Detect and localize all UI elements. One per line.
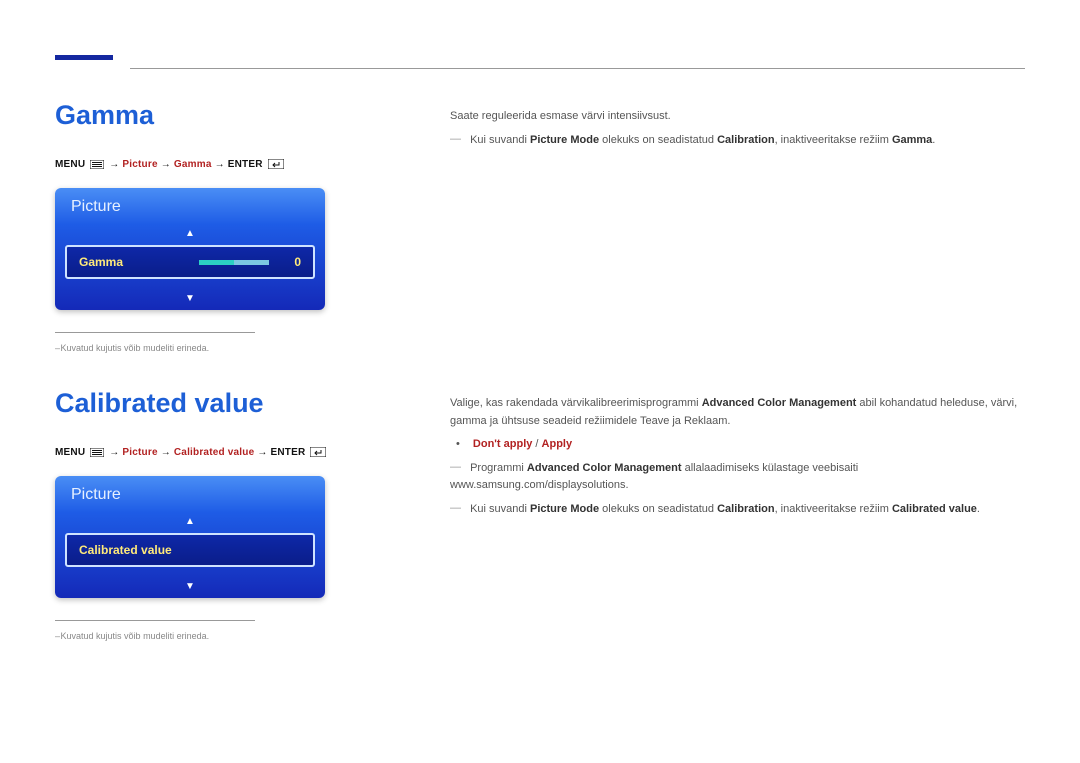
nav-path-gamma: MENU → Picture → Gamma → ENTER (55, 159, 395, 170)
osd-row-label: Calibrated value (79, 543, 301, 557)
section-gamma-left: Gamma MENU → Picture → Gamma → ENTER Pic… (55, 100, 395, 353)
footnote-text: Kuvatud kujutis võib mudeliti erineda. (55, 343, 395, 353)
chevron-down-icon[interactable] (55, 285, 325, 310)
osd-title: Picture (55, 188, 325, 220)
osd-panel-gamma: Picture Gamma 0 (55, 188, 325, 310)
section-title-calibrated: Calibrated value (55, 388, 395, 419)
body-note: Programmi Advanced Color Management alla… (450, 460, 1025, 495)
body-note: Kui suvandi Picture Mode olekuks on sead… (450, 132, 1025, 150)
enter-icon (268, 159, 284, 169)
osd-title: Picture (55, 476, 325, 508)
nav-arrow: → (109, 447, 119, 458)
nav-path-calibrated: MENU → Picture → Calibrated value → ENTE… (55, 447, 395, 458)
chevron-down-icon[interactable] (55, 573, 325, 598)
osd-slider-bar[interactable] (199, 260, 269, 265)
osd-row-label: Gamma (79, 255, 187, 269)
nav-arrow: → (161, 159, 171, 170)
nav-prefix: MENU (55, 159, 88, 170)
osd-row-gamma[interactable]: Gamma 0 (65, 245, 315, 279)
nav-arrow: → (257, 447, 267, 458)
footnote-divider (55, 332, 255, 333)
nav-path-calibrated: Calibrated value (174, 447, 254, 458)
osd-row-value: 0 (281, 255, 301, 269)
chevron-up-icon[interactable] (55, 508, 325, 533)
body-line: Saate reguleerida esmase värvi intensiiv… (450, 108, 1025, 126)
nav-arrow: → (109, 159, 119, 170)
footnote-divider (55, 620, 255, 621)
section-calibrated-left: Calibrated value MENU → Picture → Calibr… (55, 388, 395, 641)
menu-icon (90, 160, 104, 169)
section-title-gamma: Gamma (55, 100, 395, 131)
chevron-up-icon[interactable] (55, 220, 325, 245)
nav-enter: ENTER (271, 447, 306, 458)
osd-panel-calibrated: Picture Calibrated value (55, 476, 325, 598)
options-line: Don't apply / Apply (450, 436, 1025, 454)
nav-arrow: → (215, 159, 225, 170)
nav-prefix: MENU (55, 447, 88, 458)
nav-path-picture: Picture (122, 447, 157, 458)
header-accent-bar (55, 55, 113, 60)
section-gamma-body: Saate reguleerida esmase värvi intensiiv… (450, 108, 1025, 155)
enter-icon (310, 447, 326, 457)
nav-path-gamma: Gamma (174, 159, 212, 170)
nav-path-picture: Picture (122, 159, 157, 170)
body-line: Valige, kas rakendada värvikalibreerimis… (450, 395, 1025, 430)
osd-row-calibrated[interactable]: Calibrated value (65, 533, 315, 567)
nav-enter: ENTER (228, 159, 263, 170)
nav-arrow: → (161, 447, 171, 458)
body-note: Kui suvandi Picture Mode olekuks on sead… (450, 501, 1025, 519)
footnote-text: Kuvatud kujutis võib mudeliti erineda. (55, 631, 395, 641)
header-divider (130, 68, 1025, 69)
menu-icon (90, 448, 104, 457)
section-calibrated-body: Valige, kas rakendada värvikalibreerimis… (450, 395, 1025, 525)
